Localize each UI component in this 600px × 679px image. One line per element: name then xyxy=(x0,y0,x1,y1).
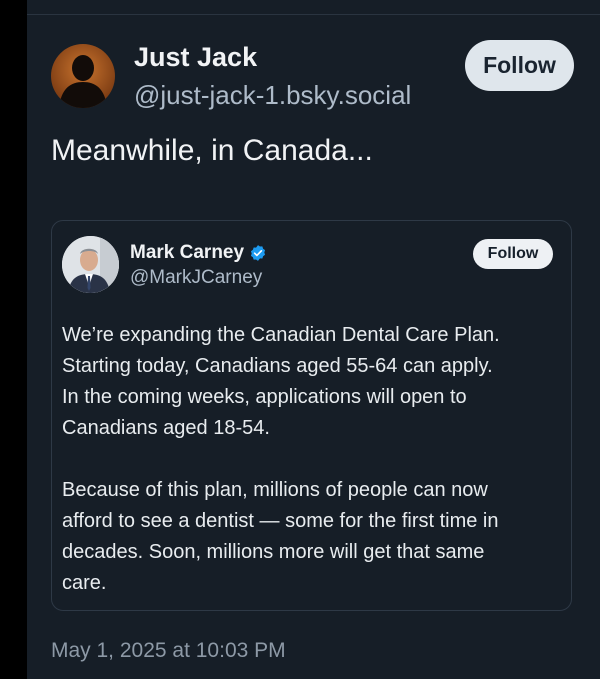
text-line: decades. Soon, millions more will get th… xyxy=(62,541,485,563)
quoted-author-display-name[interactable]: Mark Carney xyxy=(130,242,244,264)
text-line: care. xyxy=(62,572,107,594)
author-display-name[interactable]: Just Jack xyxy=(134,42,257,73)
quoted-author-name[interactable]: Mark Carney xyxy=(130,242,267,264)
divider xyxy=(27,14,600,15)
author-avatar[interactable] xyxy=(51,44,115,108)
quoted-paragraph: Because of this plan, millions of people… xyxy=(62,475,562,599)
quoted-post-card[interactable]: Mark Carney @MarkJCarney Follow We’re ex… xyxy=(51,220,572,611)
quoted-follow-button[interactable]: Follow xyxy=(473,239,553,269)
text-line: Starting today, Canadians aged 55-64 can… xyxy=(62,355,493,377)
text-line: Canadians aged 18-54. xyxy=(62,417,270,439)
portrait-avatar-icon xyxy=(62,236,119,293)
post-panel: Just Jack @just-jack-1.bsky.social Follo… xyxy=(27,0,600,679)
verified-badge-icon xyxy=(251,245,266,261)
quoted-post-body: We’re expanding the Canadian Dental Care… xyxy=(62,320,562,599)
quoted-author-handle[interactable]: @MarkJCarney xyxy=(130,267,262,289)
post-timestamp[interactable]: May 1, 2025 at 10:03 PM xyxy=(51,639,286,663)
silhouette-avatar-icon xyxy=(51,44,115,108)
text-line: Because of this plan, millions of people… xyxy=(62,479,488,501)
follow-button[interactable]: Follow xyxy=(465,40,574,91)
quoted-paragraph: We’re expanding the Canadian Dental Care… xyxy=(62,320,562,444)
text-line: We’re expanding the Canadian Dental Care… xyxy=(62,324,500,346)
text-line: afford to see a dentist — some for the f… xyxy=(62,510,499,532)
text-line: In the coming weeks, applications will o… xyxy=(62,386,467,408)
author-handle[interactable]: @just-jack-1.bsky.social xyxy=(134,80,411,111)
quoted-author-avatar[interactable] xyxy=(62,236,119,293)
post-text: Meanwhile, in Canada... xyxy=(51,134,373,167)
